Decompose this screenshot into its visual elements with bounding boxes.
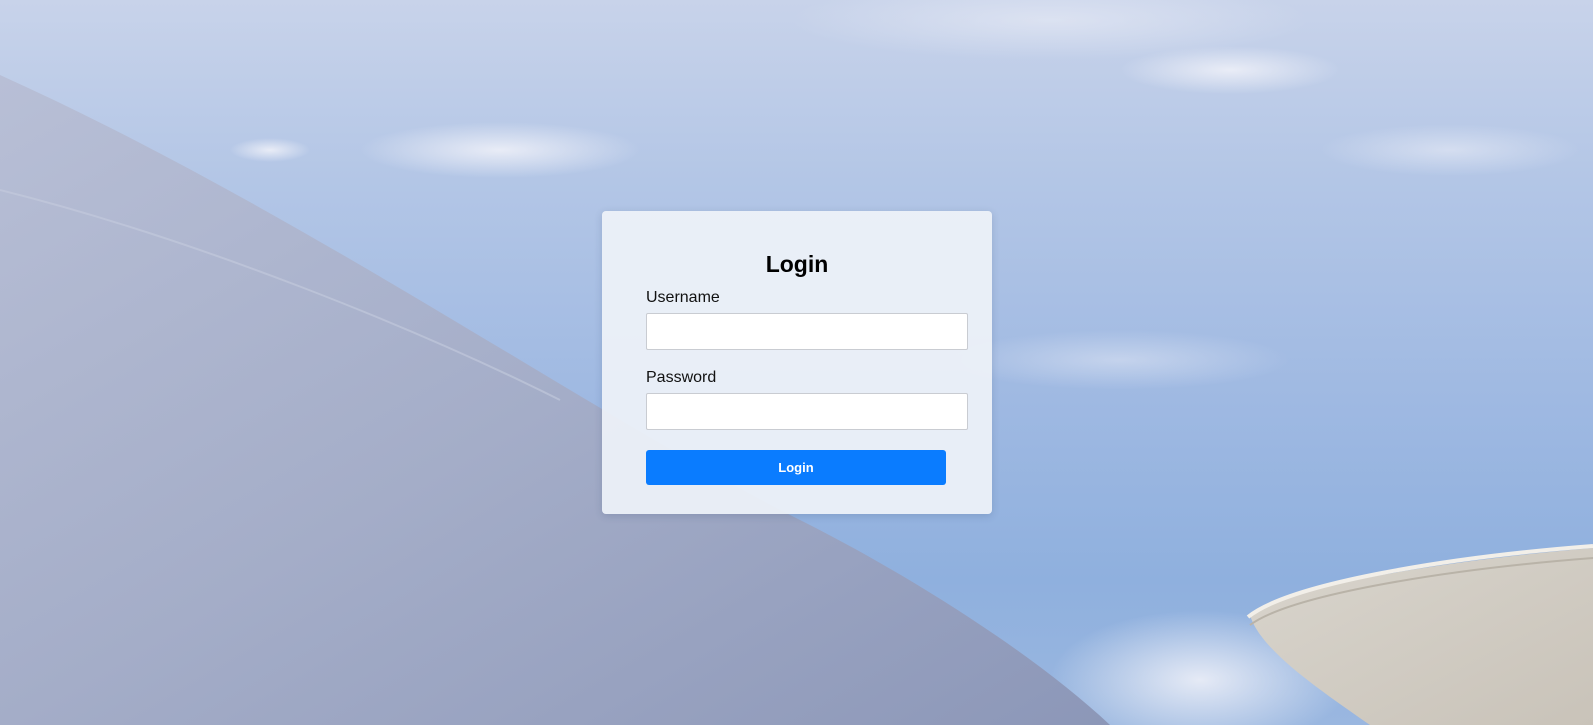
login-button[interactable]: Login xyxy=(646,450,946,485)
login-title: Login xyxy=(765,251,829,277)
cloud xyxy=(230,138,310,162)
password-label: Password xyxy=(646,369,717,386)
login-card: Login Username Password Login xyxy=(602,211,992,514)
login-page: Login Username Password Login xyxy=(0,0,1593,725)
cloud xyxy=(1320,124,1580,176)
cloud xyxy=(950,330,1290,390)
username-input[interactable] xyxy=(646,313,968,350)
username-label: Username xyxy=(646,289,720,306)
password-input[interactable] xyxy=(646,393,968,430)
cloud xyxy=(360,122,640,178)
